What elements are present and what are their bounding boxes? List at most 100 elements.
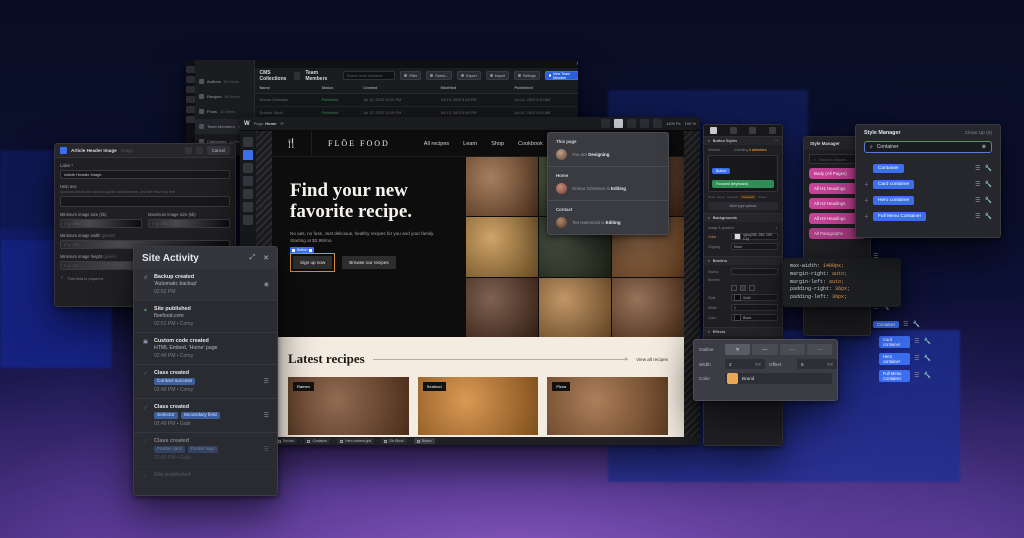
tab-style[interactable] [710, 127, 718, 134]
more-type-options-button[interactable]: More type options [708, 202, 778, 210]
cms-search-input[interactable]: Search team members [342, 71, 396, 80]
nav-link-shop[interactable]: Shop [491, 141, 504, 147]
signup-button[interactable]: Sign up now [293, 256, 333, 270]
nav-link-all-recipes[interactable]: All recipes [424, 141, 449, 147]
list-icon[interactable]: ☰ [975, 181, 980, 188]
latest-recipes-section[interactable]: Latest recipes View all recipes Ramen Se… [272, 337, 684, 437]
borders-section-header[interactable]: ▾ Borders [704, 256, 782, 265]
border-right-icon[interactable] [749, 285, 755, 291]
clean-up-button[interactable]: Clean Up (0) [965, 131, 992, 136]
cms-select-button[interactable]: Select... [426, 71, 453, 80]
tab-assets[interactable] [768, 127, 776, 134]
cms-icon[interactable] [243, 176, 253, 186]
class-tag[interactable]: Container [873, 321, 900, 328]
activity-item[interactable]: ▲ Site published [134, 467, 277, 485]
preview-list-icon[interactable] [600, 119, 610, 128]
class-tag[interactable]: Hero container [879, 352, 911, 365]
delete-icon[interactable] [184, 147, 192, 154]
column-header-name[interactable]: Name [255, 83, 318, 94]
column-header-created[interactable]: Created [359, 83, 437, 94]
radius-input[interactable] [731, 268, 778, 275]
class-tag[interactable]: Container [873, 163, 904, 173]
class-chip[interactable]: Footer card [154, 446, 185, 453]
activity-item[interactable]: ↺ Backup created 'Automatic backup' 02:5… [134, 269, 277, 301]
breadcrumb-item-section[interactable]: Section [275, 438, 298, 444]
help-text-input[interactable] [60, 196, 230, 207]
outline-solid-option[interactable]: — [752, 344, 778, 355]
mobile-breakpoint-icon[interactable] [652, 119, 662, 128]
add-elements-icon[interactable] [243, 137, 253, 147]
outline-none-option[interactable]: ✕ [725, 344, 751, 355]
rail-icon[interactable] [186, 86, 195, 93]
style-manager-row[interactable]: Container ☰ 🔧 [871, 316, 931, 333]
class-chip[interactable]: Selector [154, 412, 178, 419]
list-icon[interactable]: ☰ [264, 438, 269, 461]
wrench-icon[interactable]: 🔧 [924, 372, 931, 379]
nav-link-cookbook[interactable]: Cookbook [518, 141, 543, 147]
min-image-size-input[interactable]: E.g. 100 [60, 219, 142, 228]
outline-dashed-option[interactable]: - - [779, 344, 805, 355]
style-manager-result-row[interactable]: Container ☰ 🔧 [856, 160, 1000, 176]
recipe-card[interactable]: Pizza [547, 377, 669, 435]
list-icon[interactable]: ☰ [903, 321, 908, 328]
cms-sidebar-item-recipes[interactable]: Recipes 84 items [195, 89, 254, 104]
cms-export-button[interactable]: Export [457, 71, 481, 80]
class-tag[interactable]: Card container [879, 335, 911, 348]
view-all-recipes-link[interactable]: View all recipes [636, 357, 668, 362]
nav-link-learn[interactable]: Learn [463, 141, 477, 147]
zoom-level-label[interactable]: 100 % [685, 121, 696, 126]
activity-item[interactable]: ▣ Custom code created HTML Embed, 'Home'… [134, 333, 277, 365]
rail-icon[interactable] [186, 96, 195, 103]
column-header-modified[interactable]: Modified [436, 83, 511, 94]
designer-page-indicator[interactable]: Page: Home [254, 121, 277, 126]
style-manager-row[interactable]: Full Menu Container ☰ 🔧 [871, 367, 931, 384]
list-icon[interactable]: ☰ [914, 338, 919, 345]
site-logo[interactable]: 🍴 [272, 131, 312, 157]
class-chip[interactable]: Secondary field [180, 412, 220, 419]
wrench-icon[interactable]: 🔧 [924, 355, 931, 362]
clipping-select[interactable]: None [731, 243, 778, 250]
chevron-down-icon[interactable]: ▾ [708, 139, 710, 143]
assets-icon[interactable] [243, 202, 253, 212]
class-tag[interactable]: Hero container [873, 195, 915, 205]
outline-width-input[interactable]: 2 PX [725, 359, 765, 369]
outline-offset-input[interactable]: 6 PX [797, 359, 837, 369]
style-manager-search-input[interactable]: ⌕ Container ⊗ [864, 141, 992, 153]
border-color-input[interactable]: Black [731, 314, 778, 321]
cms-settings-button[interactable]: Settings [513, 71, 540, 80]
border-left-icon[interactable] [731, 285, 737, 291]
table-row[interactable]: Grimur Grimsson Published Jul 13, 2023 1… [255, 93, 578, 107]
breadcrumb-item-hero-content-grid[interactable]: Hero content grid [337, 438, 375, 444]
column-header-status[interactable]: Status [317, 83, 360, 94]
style-manager-row[interactable]: Hero container ☰ 🔧 [871, 350, 931, 367]
wrench-icon[interactable]: 🔧 [985, 181, 992, 188]
max-image-size-input[interactable]: E.g. 700 [148, 219, 230, 228]
list-icon[interactable]: ☰ [914, 355, 919, 362]
class-tag[interactable]: Full Menu Container [873, 211, 927, 221]
state-focused[interactable]: Focused [740, 195, 756, 199]
mobile-landscape-breakpoint-icon[interactable] [639, 119, 649, 128]
border-width-input[interactable]: 1 [731, 304, 778, 311]
duplicate-icon[interactable] [195, 147, 203, 154]
activity-item[interactable]: ⟋ Class created Selector Secondary field… [134, 399, 277, 433]
tab-interactions[interactable] [749, 127, 757, 134]
panel-toggle-icon[interactable] [294, 71, 301, 80]
cancel-button[interactable]: Cancel [206, 146, 230, 155]
list-icon[interactable]: ☰ [975, 197, 980, 204]
add-background-icon[interactable]: ＋ [775, 225, 778, 230]
label-input[interactable]: Article Header Image [60, 170, 230, 179]
backgrounds-section-header[interactable]: ▾ Backgrounds [704, 213, 782, 222]
wrench-icon[interactable]: 🔧 [913, 321, 920, 328]
class-chip[interactable]: Footer logo [187, 446, 218, 453]
state-pressed[interactable]: Pressed [727, 195, 738, 199]
list-icon[interactable]: ☰ [264, 404, 269, 427]
rail-icon[interactable] [186, 106, 195, 113]
selector-box[interactable]: Button Focused (keyboard) [708, 155, 778, 192]
column-header-published[interactable]: Published [510, 83, 578, 94]
state-hover[interactable]: Hover [717, 195, 725, 199]
outline-color-input[interactable]: Brand [725, 373, 832, 384]
border-style-select[interactable]: Solid [731, 294, 778, 301]
navigator-icon[interactable] [243, 150, 253, 160]
desktop-breakpoint-icon[interactable] [613, 119, 623, 128]
cms-new-team-member-button[interactable]: New Team Member [544, 71, 578, 80]
